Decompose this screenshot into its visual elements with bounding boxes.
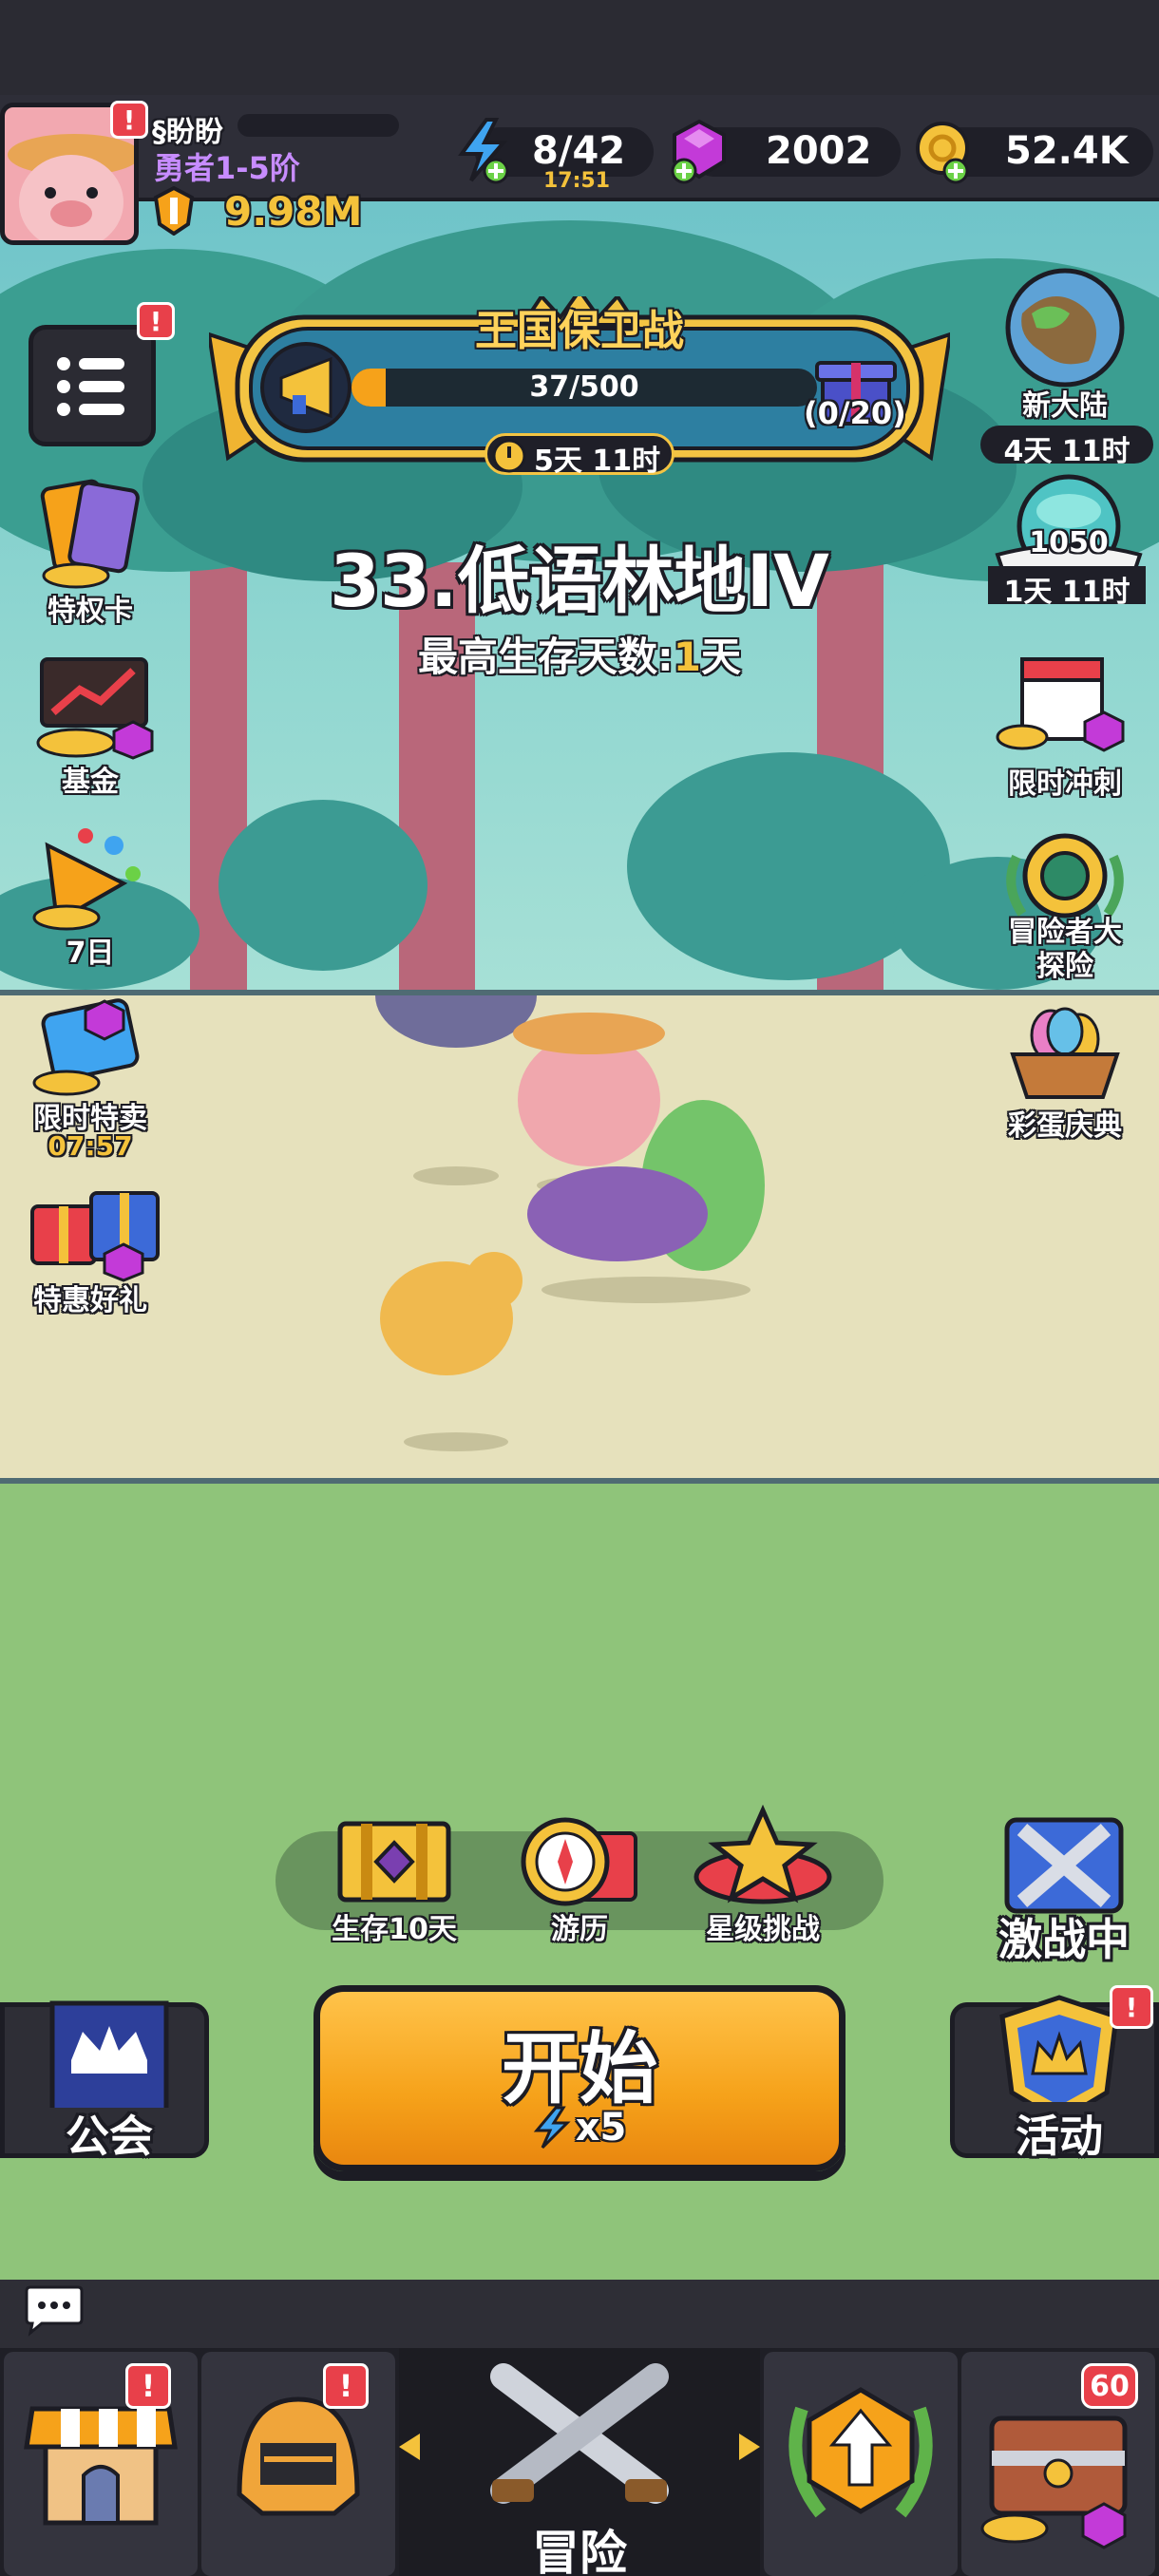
stopwatch-icon: [488, 433, 530, 475]
fund-chart-icon: [36, 657, 154, 760]
fund-label: 基金: [62, 766, 119, 799]
adventurer-expedition-label: 冒险者大 探险: [1008, 916, 1122, 983]
compass-map-icon: [521, 1817, 637, 1906]
seven-day-button[interactable]: 7日: [10, 817, 171, 970]
easter-festival-button[interactable]: 彩蛋庆典: [994, 997, 1146, 1149]
nav-upgrade[interactable]: [764, 2352, 958, 2576]
battle-ground: [0, 990, 1159, 1484]
start-cost-value: x5: [575, 2106, 627, 2150]
planet-icon: [1005, 268, 1125, 388]
chat-button[interactable]: [21, 2283, 87, 2337]
nav-equipment-badge: !: [323, 2363, 369, 2409]
avatar-alert-badge: !: [110, 101, 148, 139]
guild-label: 公会: [66, 2111, 153, 2162]
energy-value: 8/42: [532, 129, 626, 173]
event-timer: 5天 11时: [534, 445, 661, 478]
event-progress-text: 37/500: [529, 370, 639, 404]
battle-ongoing-label: 激战中: [998, 1914, 1130, 1965]
start-button[interactable]: 开始 x5: [314, 1985, 846, 2171]
nav-shop-badge: !: [125, 2363, 171, 2409]
name-bar: [238, 114, 399, 137]
fortress-gate-icon: [337, 1821, 451, 1903]
mode-travel-label: 游历: [551, 1913, 608, 1946]
privilege-card-label: 特权卡: [48, 595, 133, 628]
menu-alert-badge: !: [137, 302, 175, 340]
battle-ongoing-button[interactable]: 激战中: [978, 1801, 1150, 1965]
mode-survival-label: 生存10天: [332, 1913, 457, 1946]
mode-travel-button[interactable]: 游历: [499, 1805, 660, 1957]
special-gift-button[interactable]: 特惠好礼: [10, 1168, 171, 1320]
special-gift-label: 特惠好礼: [33, 1284, 147, 1317]
flash-sale-timer: 07:57: [48, 1130, 133, 1162]
crown-banner-icon: [49, 2000, 169, 2108]
start-label: 开始: [501, 2024, 657, 2114]
stage-title: 33.低语林地IV: [330, 539, 829, 623]
crossed-swords-icon: [1004, 1817, 1124, 1914]
limited-sprint-label: 限时冲刺: [1008, 767, 1122, 801]
chat-bubble-icon: [25, 2285, 84, 2337]
best-survival-unit: 天: [701, 634, 742, 680]
bottom-nav: ! ! 冒险 60: [0, 2348, 1159, 2576]
nav-chest-badge: 60: [1081, 2363, 1138, 2409]
energy-cost-icon: [533, 2106, 571, 2150]
flash-sale-button[interactable]: 限时特卖 07:57: [10, 988, 171, 1168]
calendar-gems-icon: [996, 657, 1125, 752]
gems-value: 2002: [766, 129, 872, 173]
party-popper-icon: [32, 828, 141, 931]
event-banner[interactable]: 王国保卫战 37/500 (0/20) 5天 11时: [209, 296, 950, 478]
privilege-card-button[interactable]: 特权卡: [10, 475, 171, 628]
power-icon: [152, 185, 196, 237]
new-continent-label: 新大陆: [1022, 389, 1108, 423]
list-icon: [57, 357, 124, 416]
energy-icon: [454, 118, 511, 184]
mode-star-challenge-label: 星级挑战: [706, 1913, 820, 1946]
privilege-card-icon: [40, 479, 140, 589]
sale-items-icon: [32, 998, 140, 1096]
nav-adventure[interactable]: 冒险: [399, 2348, 760, 2576]
horn-icon: [258, 340, 353, 435]
seven-day-label: 7日: [66, 937, 115, 970]
mode-star-challenge-button[interactable]: 星级挑战: [682, 1804, 844, 1957]
gold-value: 52.4K: [1005, 129, 1129, 173]
egg-basket-icon: [1010, 1007, 1120, 1099]
best-survival-value: 1: [673, 634, 701, 680]
best-survival: 最高生存天数:1天: [285, 625, 874, 683]
new-continent-timer: 4天 11时: [1003, 435, 1130, 468]
activity-alert-badge: !: [1110, 1985, 1153, 2029]
gold-coin-icon: [914, 118, 977, 184]
guild-button[interactable]: 公会: [0, 2000, 209, 2162]
orb-value: 1050: [1029, 526, 1109, 559]
adventurer-expedition-button[interactable]: 冒险者大 探险: [994, 828, 1146, 990]
best-survival-label: 最高生存天数:: [417, 634, 674, 680]
characters-art: [375, 995, 765, 1451]
menu-button[interactable]: [28, 325, 156, 446]
limited-sprint-button[interactable]: 限时冲刺: [994, 646, 1136, 801]
activity-label: 活动: [1016, 2111, 1103, 2162]
energy-timer: 17:51: [543, 169, 611, 193]
player-rank: 勇者1-5阶: [154, 150, 300, 186]
gift-boxes-icon: [30, 1191, 160, 1282]
orb-timer: 1天 11时: [1003, 576, 1130, 609]
upgrade-arrow-icon: [788, 2387, 933, 2518]
star-trophy-icon: [694, 1804, 832, 1904]
event-reward-count: (0/20): [804, 395, 906, 431]
mode-survival-button[interactable]: 生存10天: [314, 1805, 475, 1957]
easter-festival-label: 彩蛋庆典: [1008, 1109, 1122, 1143]
compass-wreath-icon: [1006, 833, 1124, 919]
player-power: 9.98M: [224, 188, 363, 235]
nav-adventure-label: 冒险: [532, 2526, 627, 2576]
start-cost: x5: [320, 2106, 839, 2150]
adventure-swords-icon: [399, 2363, 760, 2504]
status-bar: [0, 0, 1159, 95]
fund-button[interactable]: 基金: [10, 646, 171, 799]
gem-icon: [669, 118, 730, 184]
